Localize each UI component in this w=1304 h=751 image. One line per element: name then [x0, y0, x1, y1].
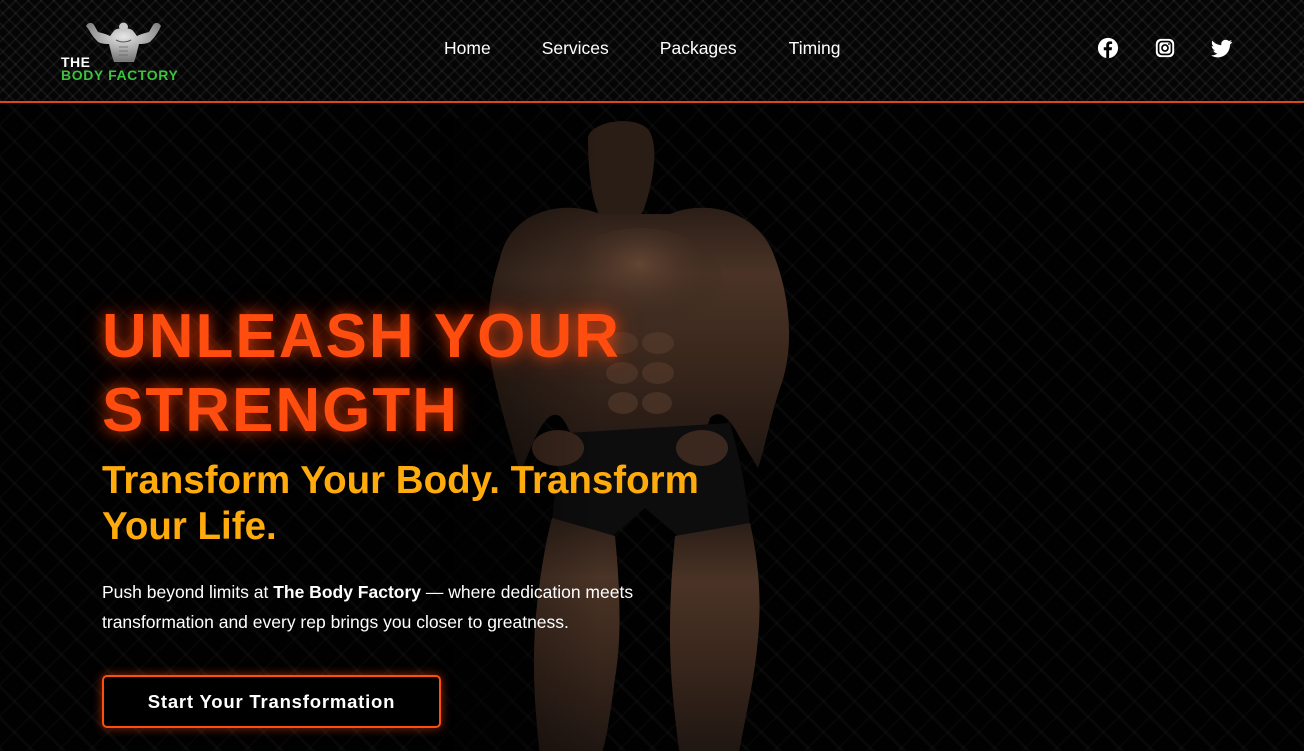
- nav-timing[interactable]: Timing: [789, 37, 841, 59]
- hero-title-line2: STRENGTH: [102, 376, 459, 445]
- facebook-icon[interactable]: [1097, 37, 1119, 59]
- logo[interactable]: THE BODY FACTORY: [58, 20, 208, 86]
- hero-subtitle: Transform Your Body. Transform Your Life…: [102, 459, 699, 548]
- hero-desc-brand: The Body Factory: [273, 582, 422, 602]
- start-transformation-button[interactable]: Start Your Transformation: [102, 675, 441, 728]
- social-links: [1097, 37, 1233, 59]
- instagram-icon[interactable]: [1154, 37, 1176, 59]
- flexing-bodybuilder-icon: [86, 22, 161, 62]
- hero-title: UNLEASH YOUR STRENGTH: [102, 300, 742, 448]
- hero-title-line1: UNLEASH YOUR: [102, 302, 621, 371]
- twitter-icon[interactable]: [1211, 37, 1233, 59]
- page: THE BODY FACTORY Home Services Packages …: [0, 0, 1304, 751]
- hero-desc-before: Push beyond limits at: [102, 582, 274, 602]
- hero-section: UNLEASH YOUR STRENGTH Transform Your Bod…: [0, 103, 1304, 751]
- nav-services[interactable]: Services: [542, 37, 609, 59]
- nav-home[interactable]: Home: [444, 37, 491, 59]
- site-header: THE BODY FACTORY Home Services Packages …: [0, 0, 1304, 103]
- logo-text-name: BODY FACTORY: [61, 67, 179, 83]
- main-nav: Home Services Packages Timing: [444, 37, 841, 59]
- nav-packages[interactable]: Packages: [660, 37, 737, 59]
- hero-description: Push beyond limits at The Body Factory —…: [102, 577, 722, 637]
